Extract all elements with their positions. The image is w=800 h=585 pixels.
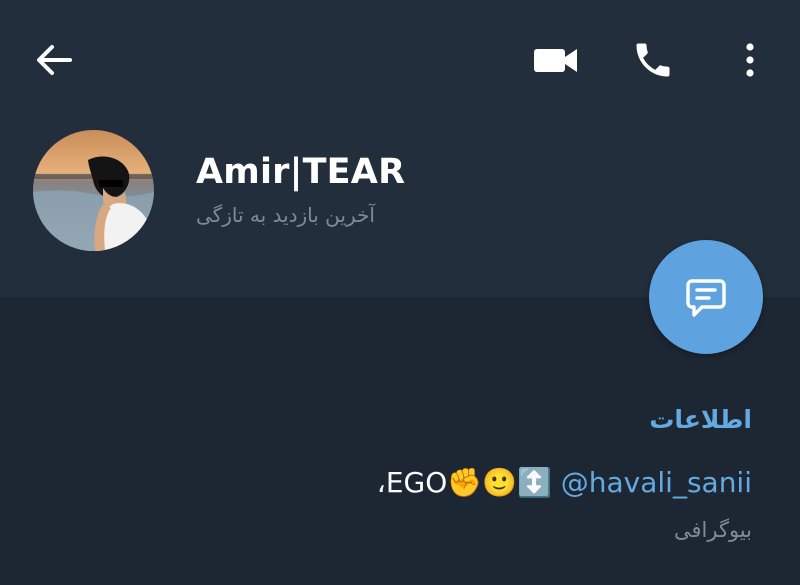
video-camera-icon — [534, 49, 577, 72]
send-message-button[interactable] — [649, 240, 763, 354]
phone-icon — [636, 43, 670, 77]
video-call-button[interactable] — [530, 40, 582, 80]
bio-username-link[interactable]: @havali_sanii — [561, 466, 752, 499]
more-options-button[interactable] — [736, 40, 764, 80]
voice-call-button[interactable] — [630, 38, 676, 82]
back-button[interactable] — [30, 40, 76, 80]
bio-text: ،EGO✊🙂↕️ @havali_sanii — [377, 466, 752, 499]
last-seen-status: آخرین بازدید به تازگی — [196, 203, 375, 227]
bio-content: EGO✊🙂↕️ — [385, 466, 552, 499]
avatar[interactable] — [33, 130, 154, 251]
bio-label: بیوگرافی — [674, 518, 752, 542]
arrow-left-icon — [37, 45, 72, 75]
bio-comma: ، — [376, 466, 386, 499]
message-icon — [686, 279, 726, 317]
more-vertical-icon — [746, 43, 754, 77]
profile-photo — [33, 130, 154, 251]
profile-name: Amir|TEAR — [196, 152, 406, 192]
info-section-title: اطلاعات — [649, 405, 752, 434]
